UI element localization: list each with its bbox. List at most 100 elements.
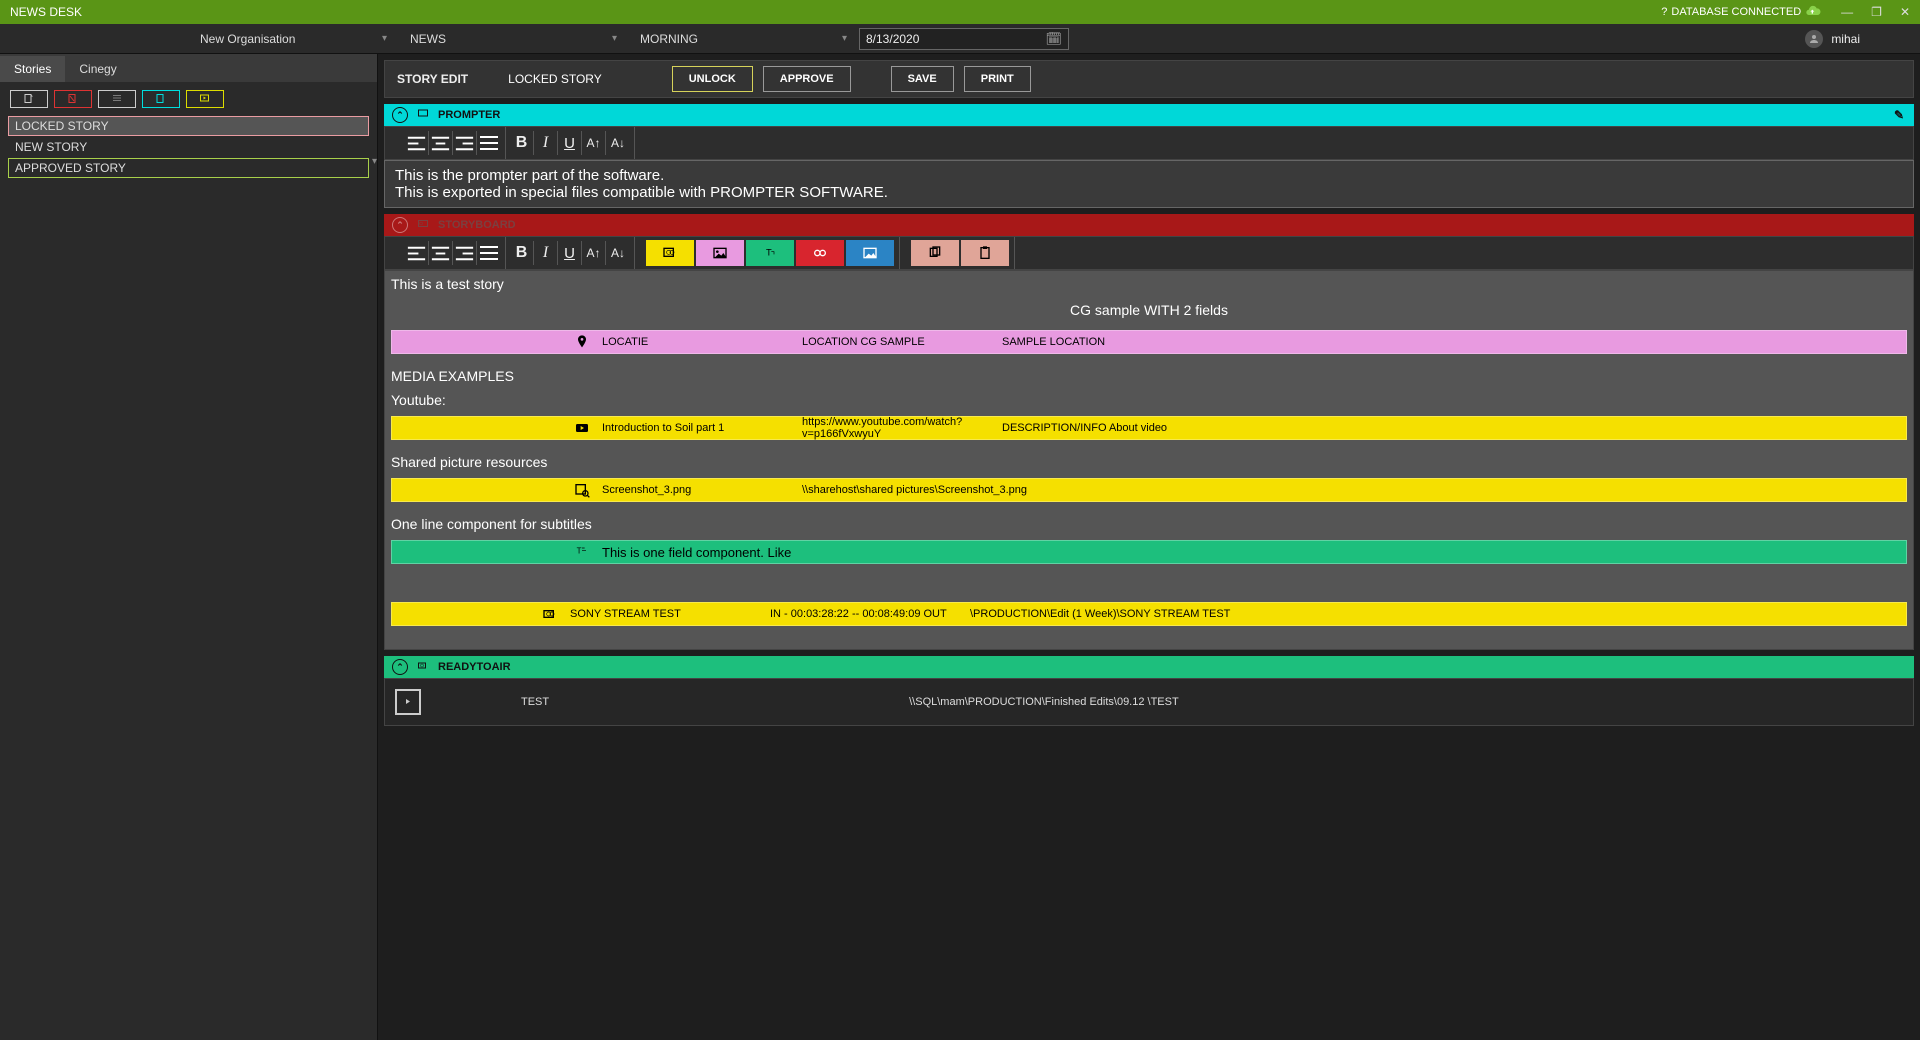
avatar-icon [1805,30,1823,48]
align-right-icon[interactable] [453,241,477,265]
yt-col3: DESCRIPTION/INFO About video [1002,422,1906,434]
font-size-down-button[interactable]: A↓ [606,131,630,155]
pin-icon[interactable]: ✎ [1894,108,1904,122]
story-item-new[interactable]: NEW STORY [8,137,369,157]
window-controls: — ❐ ✕ [1841,5,1910,19]
insert-media-icon[interactable] [846,240,894,266]
storyboard-label: STORYBOARD [438,219,516,231]
italic-button[interactable]: I [534,241,558,265]
maximize-icon[interactable]: ❐ [1871,5,1882,19]
underline-button[interactable]: U [558,131,582,155]
cg-location-row[interactable]: LOCATIE LOCATION CG SAMPLE SAMPLE LOCATI… [391,330,1907,354]
story-list: LOCKED STORY NEW STORY APPROVED STORY [0,116,377,178]
copy-icon[interactable] [911,240,959,266]
media-examples-header: MEDIA EXAMPLES [391,358,1907,388]
unlock-button[interactable]: UNLOCK [672,66,753,92]
align-right-icon[interactable] [453,131,477,155]
paste-icon[interactable] [961,240,1009,266]
prompter-format-bar: B I U A↑ A↓ [384,126,1914,160]
monitor-play-icon [395,689,421,715]
svg-text:T: T [766,248,772,258]
help-icon[interactable]: ? [1661,6,1667,18]
calendar-icon[interactable]: 🗓 [1045,31,1062,47]
cg-col3: SAMPLE LOCATION [1002,336,1906,348]
prompter-story-icon[interactable] [142,90,180,108]
chevron-down-icon[interactable]: ▾ [372,156,377,167]
news-label: NEWS [410,32,446,46]
storyboard-content[interactable]: This is a test story CG sample WITH 2 fi… [384,270,1914,650]
app-title: NEWS DESK [10,5,82,19]
align-justify-icon[interactable] [477,241,501,265]
camera-icon [392,606,570,622]
program-dropdown[interactable]: MORNING▾ [625,24,855,53]
youtube-row[interactable]: Introduction to Soil part 1 https://www.… [391,416,1907,440]
editor-story-name: LOCKED STORY [508,72,602,86]
font-size-up-button[interactable]: A↑ [582,131,606,155]
cg-col1: LOCATIE [602,336,802,348]
delete-story-icon[interactable] [54,90,92,108]
news-dropdown[interactable]: NEWS ▾ [395,24,625,53]
yt-col2: https://www.youtube.com/watch?v=p166fVxw… [802,416,1002,440]
readytoair-section-header[interactable]: ⌃ READYTOAIR [384,656,1914,678]
insert-video-icon[interactable] [646,240,694,266]
insert-link-icon[interactable] [796,240,844,266]
readytoair-content[interactable]: TEST \\SQL\mam\PRODUCTION\Finished Edits… [384,678,1914,726]
db-status: ? DATABASE CONNECTED [1661,3,1821,22]
align-center-icon[interactable] [429,241,453,265]
bold-button[interactable]: B [510,131,534,155]
editor-title: STORY EDIT [397,72,468,86]
play-story-icon[interactable] [186,90,224,108]
sony-stream-row[interactable]: SONY STREAM TEST IN - 00:03:28:22 -- 00:… [391,602,1907,626]
font-size-down-button[interactable]: A↓ [606,241,630,265]
tab-cinegy[interactable]: Cinegy [65,56,130,82]
cg-col2: LOCATION CG SAMPLE [802,336,1002,348]
bold-button[interactable]: B [510,241,534,265]
new-story-icon[interactable] [10,90,48,108]
org-dropdown[interactable]: New Organisation▾ [0,24,395,53]
prompter-section-header[interactable]: ⌃ PROMPTER ✎ [384,104,1914,126]
youtube-icon [392,420,602,436]
underline-button[interactable]: U [558,241,582,265]
storyboard-section-header[interactable]: ⌃ STORYBOARD [384,214,1914,236]
user-info[interactable]: mihai [1805,28,1860,50]
cg-title: CG sample WITH 2 fields [391,294,1907,326]
collapse-icon[interactable]: ⌃ [392,217,408,233]
align-center-icon[interactable] [429,131,453,155]
prompter-line: This is exported in special files compat… [395,184,1903,201]
minimize-icon[interactable]: — [1841,5,1853,19]
prompter-text-area[interactable]: This is the prompter part of the softwar… [384,160,1914,208]
location-pin-icon [392,334,602,350]
youtube-label: Youtube: [391,388,1907,412]
align-left-icon[interactable] [405,241,429,265]
picture-row[interactable]: Screenshot_3.png \\sharehost\shared pict… [391,478,1907,502]
main-toolbar: New Organisation▾ NEWS ▾ MORNING▾ 8/13/20… [0,24,1920,54]
date-picker[interactable]: 8/13/2020 🗓 [859,28,1069,50]
tab-stories[interactable]: Stories [0,56,65,82]
print-button[interactable]: PRINT [964,66,1031,92]
insert-text-icon[interactable]: T [746,240,794,266]
caret-icon: ▾ [382,33,387,44]
insert-image-icon[interactable] [696,240,744,266]
sony-col3: \PRODUCTION\Edit (1 Week)\SONY STREAM TE… [970,608,1906,620]
subtitle-label: One line component for subtitles [391,506,1907,536]
collapse-icon[interactable]: ⌃ [392,659,408,675]
sidebar: Stories Cinegy LOCKED STORY NEW STORY AP… [0,54,378,1040]
sidebar-tabs: Stories Cinegy [0,54,377,82]
align-justify-icon[interactable] [477,131,501,155]
align-left-icon[interactable] [405,131,429,155]
readytoair-label: READYTOAIR [438,661,511,673]
subtitle-row[interactable]: T This is one field component. Like [391,540,1907,564]
storyboard-intro: This is a test story [391,274,1907,294]
svg-text:T: T [577,546,582,555]
collapse-icon[interactable]: ⌃ [392,107,408,123]
list-story-icon[interactable] [98,90,136,108]
approve-button[interactable]: APPROVE [763,66,851,92]
sony-col1: SONY STREAM TEST [570,608,770,620]
story-item-locked[interactable]: LOCKED STORY [8,116,369,136]
font-size-up-button[interactable]: A↑ [582,241,606,265]
close-icon[interactable]: ✕ [1900,5,1910,19]
caret-icon: ▾ [612,33,617,44]
story-item-approved[interactable]: APPROVED STORY [8,158,369,178]
save-button[interactable]: SAVE [891,66,954,92]
italic-button[interactable]: I [534,131,558,155]
